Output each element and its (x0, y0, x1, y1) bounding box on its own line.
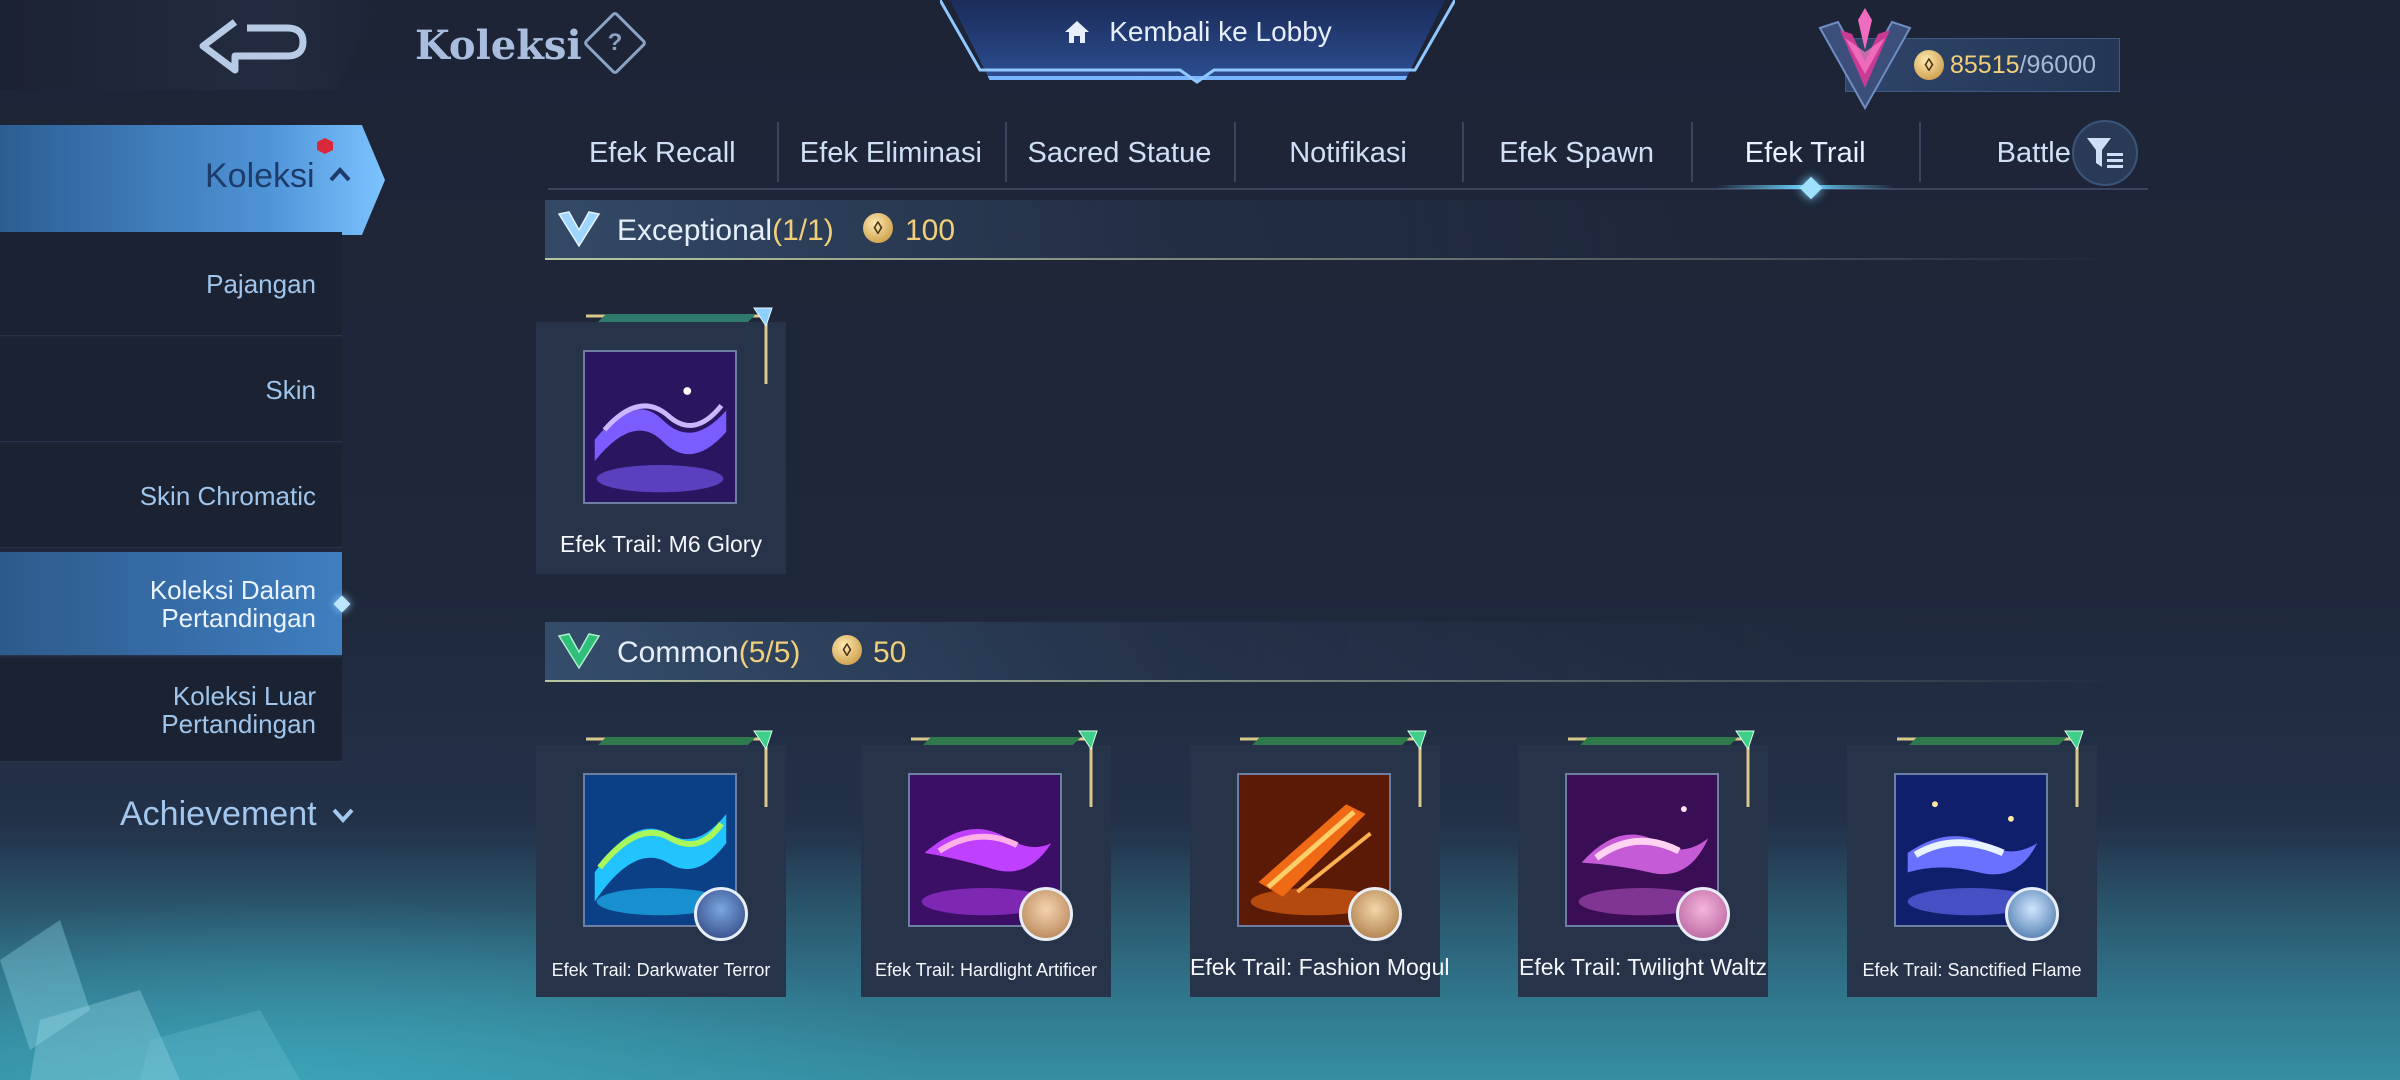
trail-name: Efek Trail: M6 Glory (560, 531, 762, 557)
sidebar-item-koleksi-dalam-pertandingan[interactable]: Koleksi Dalam Pertandingan (0, 552, 342, 656)
currency-amount: 85515/96000 (1950, 51, 2096, 79)
hero-avatar (2005, 887, 2059, 941)
section-title: Common(5/5) (617, 636, 801, 669)
home-icon (1065, 21, 1090, 43)
trail-name: Efek Trail: Sanctified Flame (1862, 960, 2082, 980)
section-header-common: Common(5/5) ◊ 50 (545, 622, 2120, 682)
lobby-button-label: Kembali ke Lobby (1109, 16, 1332, 47)
chevron-down-icon (332, 808, 354, 823)
back-to-lobby-button[interactable]: Kembali ke Lobby (950, 0, 1445, 80)
sidebar-item-skin-chromatic[interactable]: Skin Chromatic (0, 444, 342, 548)
sidebar-koleksi-label: Koleksi (205, 157, 315, 195)
hero-avatar (1676, 887, 1730, 941)
section-title: Exceptional(1/1) (617, 214, 834, 247)
sidebar-item-skin[interactable]: Skin (0, 338, 342, 442)
trail-card[interactable]: Efek Trail: Darkwater Terror (536, 730, 786, 997)
trail-card[interactable]: Efek Trail: M6 Glory (536, 307, 786, 574)
category-tabs: Efek Recall Efek Eliminasi Sacred Statue… (548, 120, 2148, 190)
back-arrow-icon (199, 19, 307, 74)
hero-avatar (1019, 887, 1073, 941)
help-icon[interactable]: ? (582, 10, 648, 76)
trail-name: Efek Trail: Twilight Waltz (1519, 954, 1767, 980)
section-price: 50 (873, 636, 907, 669)
tab-efek-spawn[interactable]: Efek Spawn (1462, 120, 1691, 186)
sidebar-item-pajangan[interactable]: Pajangan (0, 232, 342, 336)
sidebar-item-koleksi-luar-pertandingan[interactable]: Koleksi Luar Pertandingan (0, 658, 342, 762)
trail-name: Efek Trail: Fashion Mogul (1190, 954, 1450, 980)
trail-card[interactable]: Efek Trail: Sanctified Flame (1847, 730, 2097, 997)
chevron-up-icon (329, 167, 351, 182)
tab-notifikasi[interactable]: Notifikasi (1233, 120, 1463, 186)
hero-avatar (1348, 887, 1402, 941)
coin-icon: ◊ (863, 213, 893, 243)
rarity-common-icon (557, 633, 601, 670)
tab-efek-eliminasi[interactable]: Efek Eliminasi (776, 120, 1006, 186)
tab-sacred-statue[interactable]: Sacred Statue (1005, 120, 1234, 186)
filter-icon (2087, 138, 2123, 168)
trail-name: Efek Trail: Hardlight Artificer (874, 960, 1098, 980)
crystal-decoration (0, 920, 300, 1080)
trail-card[interactable]: Efek Trail: Twilight Waltz (1518, 730, 1768, 997)
tab-efek-recall[interactable]: Efek Recall (548, 120, 777, 186)
trail-name: Efek Trail: Darkwater Terror (551, 960, 771, 980)
coin-icon: ◊ (832, 635, 862, 665)
trail-card[interactable]: Efek Trail: Hardlight Artificer (861, 730, 1111, 997)
hero-avatar (694, 887, 748, 941)
section-header-exceptional: Exceptional(1/1) ◊ 100 (545, 200, 2120, 260)
section-price: 100 (905, 214, 956, 247)
rarity-exceptional-icon (557, 211, 601, 248)
coin-icon: ◊ (1914, 50, 1944, 80)
filter-button[interactable] (2072, 120, 2138, 186)
trail-card[interactable]: Efek Trail: Fashion Mogul (1190, 730, 1450, 997)
page-title: Koleksi (415, 22, 582, 69)
sidebar-achievement[interactable]: Achievement (120, 795, 355, 834)
rank-emblem-icon (1818, 8, 1912, 110)
tab-efek-trail[interactable]: Efek Trail (1690, 120, 1920, 189)
trail-artwork (583, 350, 737, 504)
back-button[interactable] (0, 0, 380, 90)
